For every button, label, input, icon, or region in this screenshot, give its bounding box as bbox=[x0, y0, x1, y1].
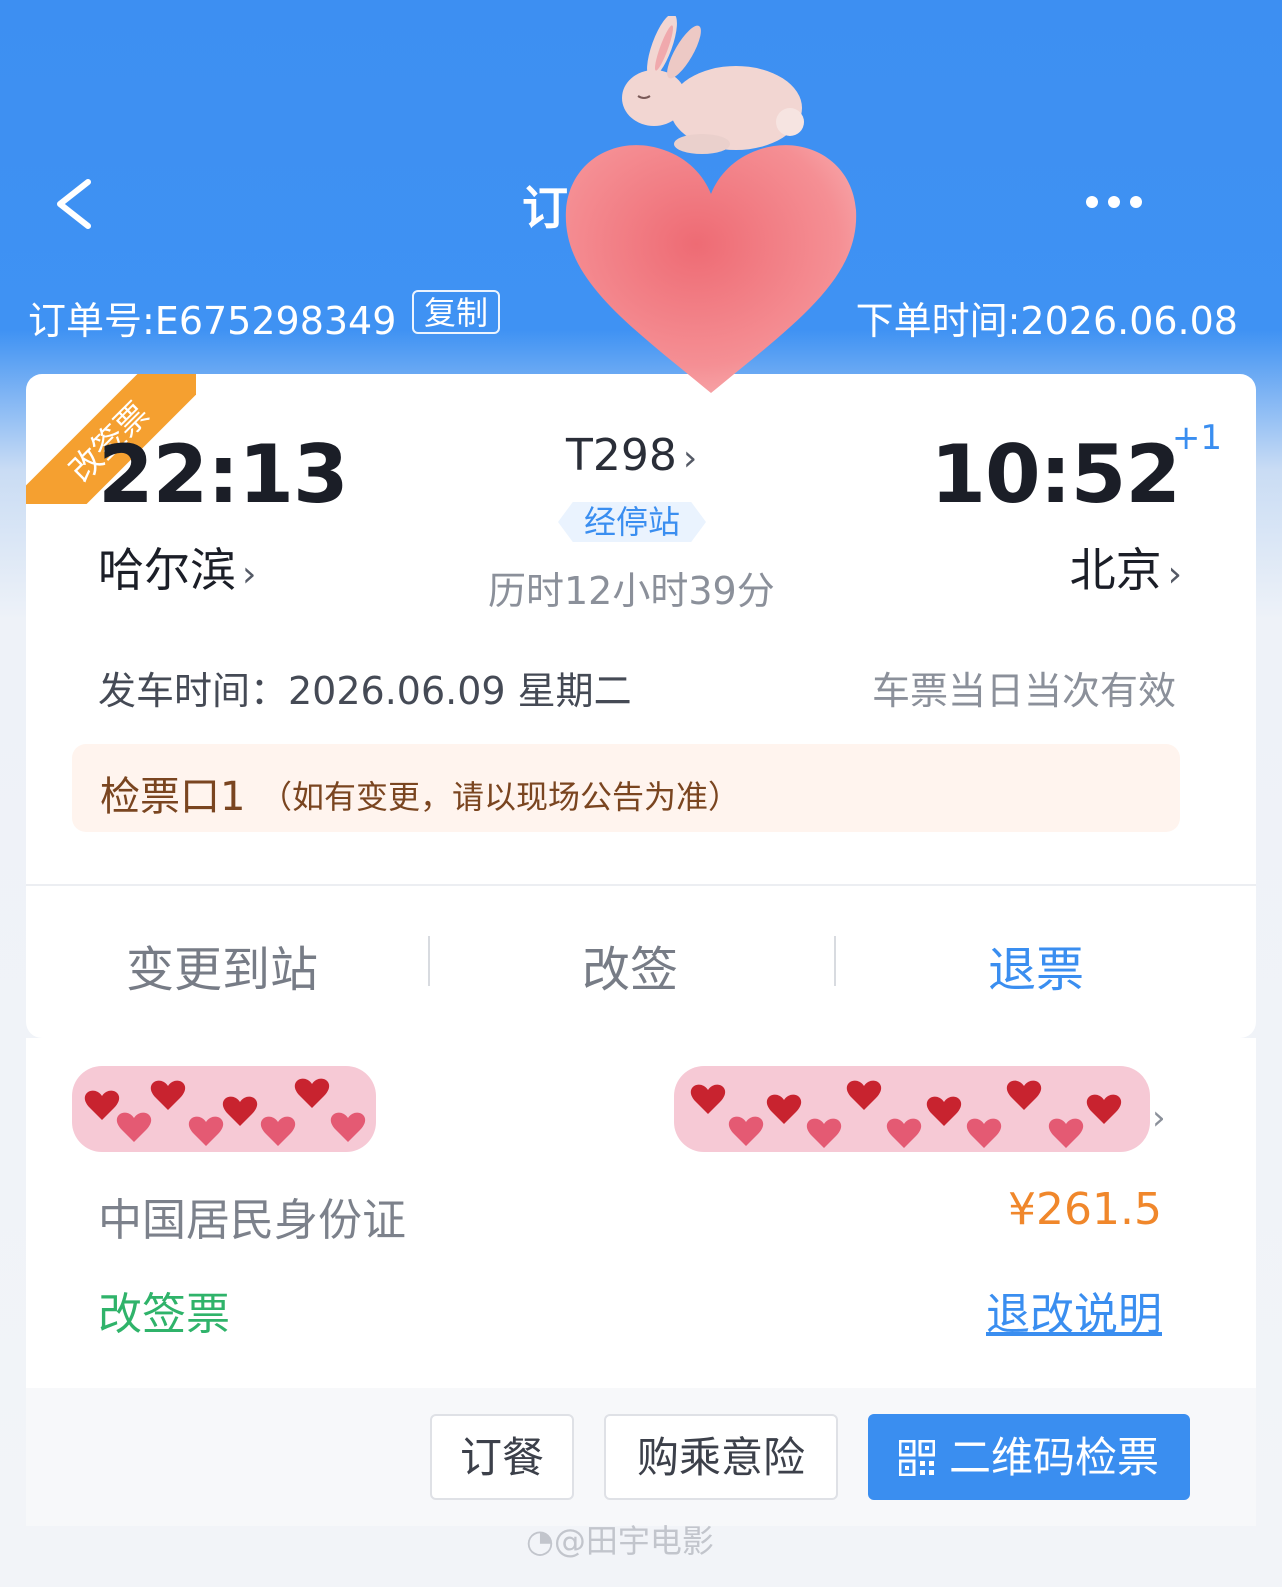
gate-note: （如有变更，请以现场公告为准） bbox=[260, 778, 741, 816]
passenger-section: › 中国居民身份证 ¥261.5 改签票 退改说明 bbox=[26, 1038, 1256, 1388]
trip-duration: 历时12小时39分 bbox=[488, 569, 775, 613]
divider bbox=[834, 936, 836, 986]
qr-check-in-label: 二维码检票 bbox=[948, 1433, 1159, 1482]
chevron-right-icon[interactable]: › bbox=[1152, 1098, 1166, 1138]
chevron-right-icon: › bbox=[682, 438, 698, 479]
bottom-action-bar: 订餐 购乘意险 二维码检票 bbox=[26, 1388, 1256, 1526]
check-in-gate: 检票口1 bbox=[100, 774, 246, 820]
back-icon[interactable] bbox=[52, 178, 98, 230]
copy-button[interactable]: 复制 bbox=[412, 290, 501, 334]
ticket-card: 改签票 22:13 哈尔滨 › T298 › 经停站 历时12小时39分 10:52… bbox=[26, 374, 1256, 1038]
stops-badge[interactable]: 经停站 bbox=[558, 502, 706, 542]
heart-sticker-cover bbox=[674, 1066, 1150, 1152]
watermark: ◔@田宇电影 bbox=[526, 1516, 714, 1562]
reschedule-button[interactable]: 改签 bbox=[582, 930, 678, 1000]
order-meal-button[interactable]: 订餐 bbox=[430, 1414, 574, 1500]
heart-sticker bbox=[565, 145, 857, 393]
train-number-label: T298 bbox=[566, 430, 677, 481]
check-in-gate-bar: 检票口1 （如有变更，请以现场公告为准） bbox=[72, 744, 1180, 832]
departure-time: 22:13 bbox=[98, 428, 349, 521]
rabbit-sticker bbox=[622, 16, 804, 154]
ticket-price: ¥261.5 bbox=[1008, 1184, 1162, 1235]
refund-rules-link[interactable]: 退改说明 bbox=[986, 1278, 1162, 1342]
train-number[interactable]: T298 › bbox=[566, 430, 697, 481]
ticket-type: 改签票 bbox=[98, 1289, 230, 1340]
qr-check-in-button[interactable]: 二维码检票 bbox=[868, 1414, 1190, 1500]
weibo-icon: ◔ bbox=[526, 1522, 554, 1560]
order-time: 下单时间:2026.06.08 bbox=[855, 299, 1238, 343]
watermark-text: @田宇电影 bbox=[553, 1522, 714, 1560]
refund-button[interactable]: 退票 bbox=[988, 930, 1084, 1000]
qr-code-icon bbox=[898, 1439, 935, 1476]
change-destination-button[interactable]: 变更到站 bbox=[126, 930, 318, 1000]
heart-sticker-cover bbox=[72, 1066, 376, 1152]
divider bbox=[428, 936, 430, 986]
section-divider bbox=[26, 884, 1256, 886]
arrival-station[interactable]: 北京 › bbox=[1070, 534, 1182, 600]
buy-insurance-button[interactable]: 购乘意险 bbox=[604, 1414, 838, 1500]
arrival-station-name: 北京 bbox=[1069, 543, 1162, 597]
order-number: 订单号:E675298349 bbox=[28, 299, 397, 343]
arrival-day-offset: +1 bbox=[1171, 418, 1222, 458]
chevron-right-icon: › bbox=[242, 554, 257, 595]
id-type: 中国居民身份证 bbox=[98, 1195, 406, 1246]
departure-date: 发车时间：2026.06.09 星期二 bbox=[98, 669, 632, 713]
departure-station[interactable]: 哈尔滨 › bbox=[98, 534, 256, 600]
more-icon[interactable] bbox=[1084, 190, 1144, 214]
departure-station-name: 哈尔滨 bbox=[98, 543, 236, 597]
chevron-right-icon: › bbox=[1167, 554, 1182, 595]
arrival-time: 10:52 bbox=[930, 428, 1181, 521]
ticket-validity: 车票当日当次有效 bbox=[871, 669, 1176, 713]
